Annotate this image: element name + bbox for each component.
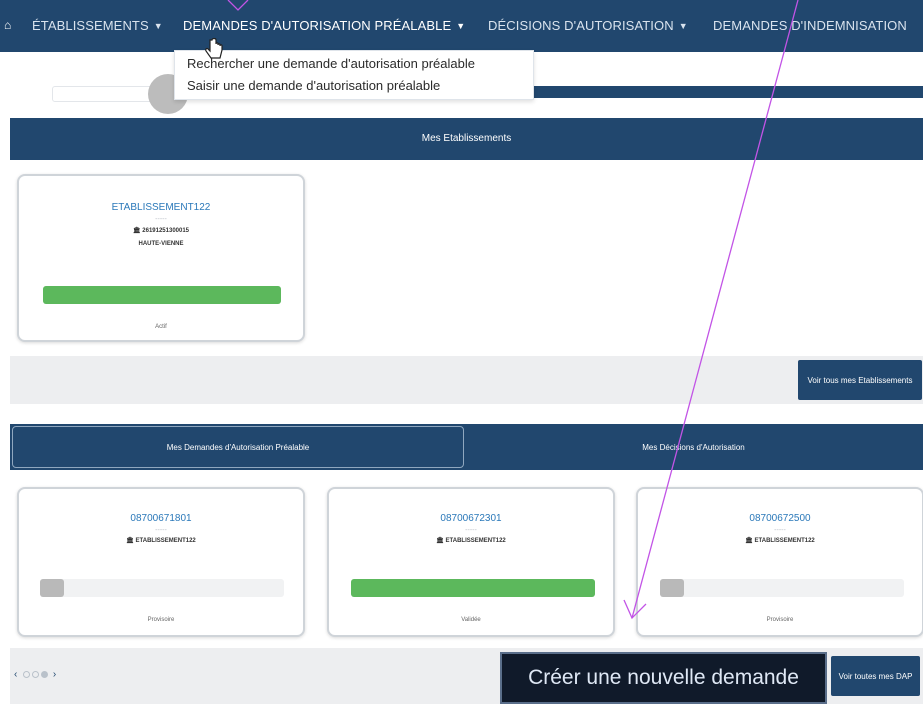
chevron-down-icon: ▼ xyxy=(153,21,163,31)
carousel-pager: ‹ › xyxy=(14,669,57,680)
nav-etablissements-label: ÉTABLISSEMENTS xyxy=(32,18,149,33)
etablissement-value: ETABLISSEMENT122 xyxy=(135,538,196,544)
etablissement-line: 🏛 ETABLISSEMENT122 xyxy=(19,537,303,544)
pager-dot[interactable] xyxy=(41,671,49,678)
nav-demandes-indemnisation[interactable]: DEMANDES D'INDEMNISATION xyxy=(713,18,912,33)
etablissement-value: ETABLISSEMENT122 xyxy=(445,538,506,544)
chevron-down-icon: ▼ xyxy=(678,21,688,31)
pager-dot[interactable] xyxy=(23,671,31,678)
nav-demandes-autorisation[interactable]: DEMANDES D'AUTORISATION PRÉALABLE ▼ xyxy=(183,18,465,33)
dap-card[interactable]: 08700672301 ----- 🏛 ETABLISSEMENT122 Val… xyxy=(327,487,615,637)
status-progress-bar xyxy=(40,579,284,597)
background-header-bar xyxy=(534,86,923,98)
dap-number[interactable]: 08700672301 xyxy=(329,513,613,524)
separator: ----- xyxy=(774,527,786,534)
dap-number[interactable]: 08700671801 xyxy=(19,513,303,524)
dap-card[interactable]: 08700672500 ----- 🏛 ETABLISSEMENT122 Pro… xyxy=(636,487,923,637)
voir-dap-button[interactable]: Voir toutes mes DAP xyxy=(831,656,920,696)
pager-dot[interactable] xyxy=(32,671,40,678)
separator: ----- xyxy=(155,216,167,223)
chevron-down-icon: ▼ xyxy=(456,21,466,31)
status-label: Actif xyxy=(155,324,167,330)
progress-fill xyxy=(40,579,65,597)
tab-demandes-autorisation[interactable]: Mes Demandes d'Autorisation Préalable xyxy=(12,426,464,468)
etablissements-header: Mes Etablissements xyxy=(10,118,923,160)
voir-etablissements-button[interactable]: Voir tous mes Etablissements xyxy=(798,360,922,400)
separator: ----- xyxy=(465,527,477,534)
menu-item-rechercher-demande[interactable]: Rechercher une demande d'autorisation pr… xyxy=(187,56,475,71)
etablissement-line: 🏛 ETABLISSEMENT122 xyxy=(638,537,922,544)
building-icon: 🏛 xyxy=(745,538,755,544)
building-icon: 🏛 xyxy=(436,538,446,544)
progress-fill xyxy=(43,286,281,304)
hand-cursor-icon xyxy=(205,38,223,59)
progress-fill xyxy=(351,579,595,597)
nav-demandes-indemnisation-label: DEMANDES D'INDEMNISATION xyxy=(713,18,907,33)
status-progress-bar xyxy=(43,286,281,304)
nav-decisions-autorisation-label: DÉCISIONS D'AUTORISATION xyxy=(488,18,674,33)
building-icon: 🏛 xyxy=(126,538,136,544)
nav-decisions-autorisation[interactable]: DÉCISIONS D'AUTORISATION ▼ xyxy=(488,18,688,33)
nav-demandes-autorisation-label: DEMANDES D'AUTORISATION PRÉALABLE xyxy=(183,18,452,33)
status-label: Provisoire xyxy=(147,617,175,623)
etablissement-line: 🏛 ETABLISSEMENT122 xyxy=(329,537,613,544)
separator: ----- xyxy=(155,527,167,534)
etablissement-card[interactable]: ETABLISSEMENT122 ----- 🏛 26191251300015 … xyxy=(17,174,305,342)
chevron-left-icon[interactable]: ‹ xyxy=(14,669,18,680)
etablissement-name[interactable]: ETABLISSEMENT122 xyxy=(19,202,303,213)
siret-value: 26191251300015 xyxy=(142,228,189,234)
tab-decisions-autorisation[interactable]: Mes Décisions d'Autorisation xyxy=(464,426,923,468)
dap-card[interactable]: 08700671801 ----- 🏛 ETABLISSEMENT122 Pro… xyxy=(17,487,305,637)
nav-etablissements[interactable]: ÉTABLISSEMENTS ▼ xyxy=(32,18,163,33)
home-icon[interactable]: ⌂ xyxy=(4,18,16,32)
status-label: Provisoire xyxy=(766,617,794,623)
etablissements-footer xyxy=(10,356,923,404)
progress-fill xyxy=(660,579,685,597)
building-icon: 🏛 xyxy=(132,228,143,234)
region: HAUTE-VIENNE xyxy=(138,241,184,247)
siret-line: 🏛 26191251300015 xyxy=(19,227,303,234)
status-progress-bar xyxy=(351,579,595,597)
dap-number[interactable]: 08700672500 xyxy=(638,513,922,524)
status-label: Validée xyxy=(461,617,481,623)
status-progress-bar xyxy=(660,579,904,597)
create-new-request-button[interactable]: Créer une nouvelle demande xyxy=(500,652,827,704)
etablissement-value: ETABLISSEMENT122 xyxy=(754,538,815,544)
chevron-right-icon[interactable]: › xyxy=(53,669,57,680)
dropdown-menu: Rechercher une demande d'autorisation pr… xyxy=(174,50,534,100)
menu-item-saisir-demande[interactable]: Saisir une demande d'autorisation préala… xyxy=(187,78,440,93)
